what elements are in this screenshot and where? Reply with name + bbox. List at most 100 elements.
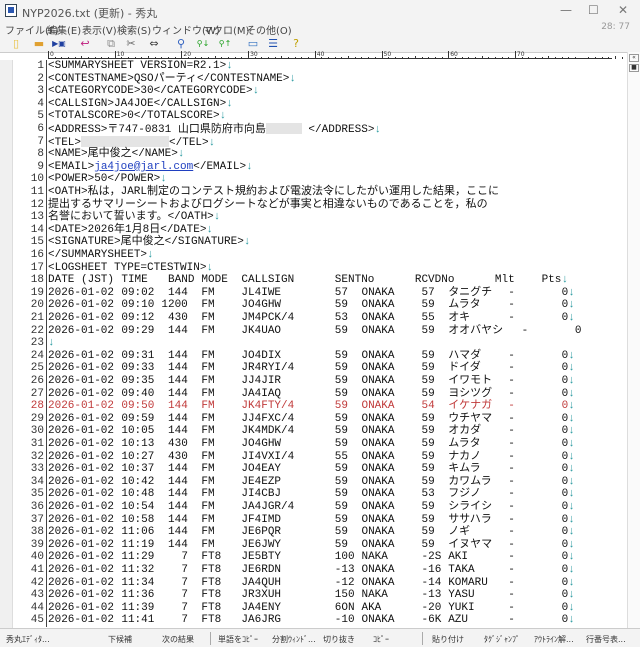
fkey-button-7[interactable]: 貼り付け (432, 634, 464, 645)
split-window-icon[interactable]: ☰ (266, 37, 280, 51)
menu-item-1[interactable]: 編集(E) (47, 22, 81, 37)
log-row[interactable]: 38 2026-01-02 11:06 144 FM JE6PQR 59 ONAKA 59 ノギ -… (13, 526, 627, 539)
text-line[interactable]: 1 <SUMMARYSHEET VERSION=R2.1>↓ (13, 60, 627, 73)
fkey-button-5[interactable]: 切り抜き (323, 634, 355, 645)
text-line[interactable]: 13 名誉において誓います。</OATH>↓ (13, 211, 627, 224)
log-callsign: JE6JWY (241, 538, 282, 551)
log-rcvd-name: タニグチ (448, 286, 493, 299)
scroll-collapse-button[interactable]: « (629, 54, 639, 62)
log-row[interactable]: 19 2026-01-02 09:02 144 FM JL4IWE 57 ONAKA 57 タニグ… (13, 286, 627, 300)
text-line[interactable]: 10 <POWER>50</POWER>↓ (13, 173, 627, 186)
text-line[interactable]: 14 <DATE>2026年1月8日</DATE>↓ (13, 223, 627, 237)
text-line[interactable]: 17 <LOGSHEET TYPE=CTESTWIN>↓ (13, 261, 627, 275)
open-folder-icon[interactable]: ▬ (32, 37, 46, 51)
log-row[interactable]: 37 2026-01-02 10:58 144 FM JF4IMD 59 ONAKA 59 ササハ… (13, 513, 627, 527)
line-number-separator (46, 236, 47, 249)
log-row-current[interactable]: 28 2026-01-02 09:50 144 FM JK4FTY/4 59 ONAKA 54 イ… (13, 400, 627, 413)
help-icon[interactable]: ? (289, 37, 303, 51)
save-icon[interactable]: ▶▣ (52, 37, 66, 51)
log-rcvd-name: イヌヤマ (448, 538, 493, 551)
vertical-scrollbar[interactable]: « ■ (627, 52, 640, 628)
close-button[interactable]: ✕ (618, 3, 628, 17)
log-row[interactable]: 43 2026-01-02 11:36 7 FT8 JR3XUH 150 NAKA -13 YAS… (13, 589, 627, 602)
log-date: 2026-01-02 (48, 286, 115, 299)
fkey-button-1[interactable]: 下候補 (108, 634, 132, 645)
menu-item-3[interactable]: 検索(S) (117, 22, 151, 37)
text-segment: <TOTALSCORE>0</TOTALSCORE> (48, 110, 220, 123)
line-number: 15 (30, 236, 44, 249)
minimize-button[interactable]: — (560, 3, 572, 17)
text-line[interactable]: 15 <SIGNATURE>尾中俊之</SIGNATURE>↓ (13, 236, 627, 249)
email-link[interactable]: ja4joe@jarl.com (94, 161, 193, 173)
text-line[interactable]: 2 <CONTESTNAME>QSOパーティ</CONTESTNAME>↓ (13, 72, 627, 86)
line-number: 16 (30, 249, 44, 261)
log-row[interactable]: 35 2026-01-02 10:48 144 FM JI4CBJ 59 ONAKA 53 フジノ… (13, 488, 627, 501)
text-segment: <ADDRESS>〒747-0831 山口県防府市向島 (48, 124, 266, 136)
log-row[interactable]: 40 2026-01-02 11:29 7 FT8 JE5BTY 100 NAKA -2S AKI… (13, 551, 627, 564)
fkey-button-2[interactable]: 次の結果 (162, 634, 194, 645)
fkey-button-3[interactable]: 単語をｺﾋﾟｰ (218, 634, 258, 645)
text-line[interactable]: 7 <TEL> </TEL>↓ (13, 135, 627, 149)
text-line[interactable]: 9 <EMAIL>ja4joe@jarl.com</EMAIL>↓ (13, 160, 627, 174)
log-row[interactable]: 34 2026-01-02 10:42 144 FM JE4EZP 59 ONAKA 59 カワム… (13, 475, 627, 489)
cut-icon[interactable]: ✂ (124, 37, 138, 51)
log-row[interactable]: 36 2026-01-02 10:54 144 FM JA4JGR/4 59 ONAKA 59 シ… (13, 501, 627, 514)
search-up-icon[interactable]: ⚲↑ (218, 37, 232, 51)
split-handle[interactable]: ■ (629, 64, 639, 72)
text-line[interactable]: 16 </SUMMARYSHEET>↓ (13, 249, 627, 262)
log-row[interactable]: 42 2026-01-02 11:34 7 FT8 JA4QUH -12 ONAKA -14 KO… (13, 576, 627, 590)
text-line[interactable]: 3 <CATEGORYCODE>30</CATEGORYCODE>↓ (13, 85, 627, 98)
log-row[interactable]: 24 2026-01-02 09:31 144 FM JO4DIX 59 ONAKA 59 ハマダ… (13, 349, 627, 363)
fkey-button-9[interactable]: ｱｳﾄﾗｲﾝ解... (534, 634, 574, 645)
fkey-button-4[interactable]: 分割ｳｨﾝﾄﾞ... (272, 634, 316, 645)
ruler-tick (561, 57, 563, 59)
log-row[interactable]: 29 2026-01-02 09:59 144 FM JJ4FXC/4 59 ONAKA 59 ウ… (13, 412, 627, 426)
log-row[interactable]: 25 2026-01-02 09:33 144 FM JR4RYI/4 59 ONAKA 59 ド… (13, 362, 627, 375)
log-row[interactable]: 21 2026-01-02 09:12 430 FM JM4PCK/4 53 ONAKA 55 オ… (13, 312, 627, 325)
undo-icon[interactable]: ↩ (78, 37, 92, 51)
status-separator (422, 632, 423, 645)
copy-icon[interactable]: ⧉ (104, 37, 118, 51)
text-editor[interactable]: 1 <SUMMARYSHEET VERSION=R2.1>↓ 2 <CONTESTNA… (13, 60, 627, 628)
log-row[interactable]: 41 2026-01-02 11:32 7 FT8 JE6RDN -13 ONAKA -16 TA… (13, 564, 627, 577)
log-row[interactable]: 32 2026-01-02 10:27 430 FM JI4VXI/4 55 ONAKA 59 ナ… (13, 450, 627, 464)
log-row[interactable]: 39 2026-01-02 11:19 144 FM JE6JWY 59 ONAKA 59 イヌヤ… (13, 538, 627, 552)
log-row[interactable]: 44 2026-01-02 11:39 7 FT8 JA4ENY 6ON AKA -20 YUKI… (13, 601, 627, 615)
log-row[interactable]: 33 2026-01-02 10:37 144 FM JO4EAY 59 ONAKA 59 キムラ… (13, 463, 627, 476)
text-line[interactable]: 8 <NAME>尾中俊之</NAME>↓ (13, 148, 627, 161)
ruler-number: 20 (181, 51, 192, 59)
paste-icon[interactable]: ⇔ (147, 37, 161, 51)
maximize-button[interactable]: ☐ (588, 3, 599, 17)
text-line[interactable]: 4 <CALLSIGN>JA4JOE</CALLSIGN>↓ (13, 97, 627, 111)
text-segment: </SUMMARYSHEET> (48, 249, 148, 261)
log-row[interactable]: 31 2026-01-02 10:13 430 FM JO4GHW 59 ONAKA 59 ムラタ… (13, 438, 627, 451)
new-file-icon[interactable]: ▯ (9, 37, 23, 51)
ruler-tick (614, 56, 616, 59)
menu-item-5[interactable]: マクロ(M) (203, 22, 249, 37)
log-row[interactable]: 30 2026-01-02 10:05 144 FM JK4MDK/4 59 ONAKA 59 オ… (13, 425, 627, 438)
text-line[interactable]: 11 <OATH>私は，JARL制定のコンテスト規約および電波法令にしたがい運用し… (13, 186, 627, 199)
log-points: 0 (561, 614, 569, 627)
text-line[interactable]: 6 <ADDRESS>〒747-0831 山口県防府市向島 </ADDRESS>↓ (13, 123, 627, 136)
fkey-button-6[interactable]: ｺﾋﾟｰ (373, 634, 389, 645)
search-icon[interactable]: ⚲ (174, 37, 188, 51)
log-points: 0 (561, 362, 569, 375)
fkey-button-10[interactable]: 行番号表... (586, 634, 626, 645)
log-date: 2026-01-02 (48, 601, 115, 614)
text-line[interactable]: 5 <TOTALSCORE>0</TOTALSCORE>↓ (13, 110, 627, 123)
fkey-button-0[interactable]: 秀丸ｴﾃﾞｨﾀ... (6, 634, 50, 645)
text-line[interactable]: 18 DATE (JST) TIME BAND MODE CALLSIGN SENTNo RC… (13, 274, 627, 287)
log-row[interactable]: 23 ↓ (13, 337, 627, 350)
tag-jump-icon[interactable]: ▭ (246, 37, 260, 51)
log-row[interactable]: 27 2026-01-02 09:40 144 FM JA4IAQ 59 ONAKA 59 ヨシツ… (13, 387, 627, 401)
menu-item-2[interactable]: 表示(V) (82, 22, 117, 37)
menu-item-6[interactable]: その他(O) (246, 22, 292, 37)
search-down-icon[interactable]: ⚲↓ (196, 37, 210, 51)
text-line[interactable]: 12 提出するサマリーシートおよびログシートなどが事実と相違ないものであることを，… (13, 198, 627, 212)
log-row[interactable]: 20 2026-01-02 09:10 1200 FM JO4GHW 59 ONAKA 59 ムラ… (13, 299, 627, 312)
log-row[interactable]: 26 2026-01-02 09:35 144 FM JJ4JIR 59 ONAKA 59 イワモ… (13, 375, 627, 388)
fkey-button-8[interactable]: ﾀｸﾞｼﾞｬﾝﾌﾟ (484, 634, 520, 645)
log-row[interactable]: 45 2026-01-02 11:41 7 FT8 JA6JRG -10 ONAKA -6K AZ… (13, 614, 627, 627)
log-row[interactable]: 22 2026-01-02 09:29 144 FM JK4UAO 59 ONAKA 59 オオバ… (13, 324, 627, 338)
log-band: 7 (181, 564, 188, 576)
